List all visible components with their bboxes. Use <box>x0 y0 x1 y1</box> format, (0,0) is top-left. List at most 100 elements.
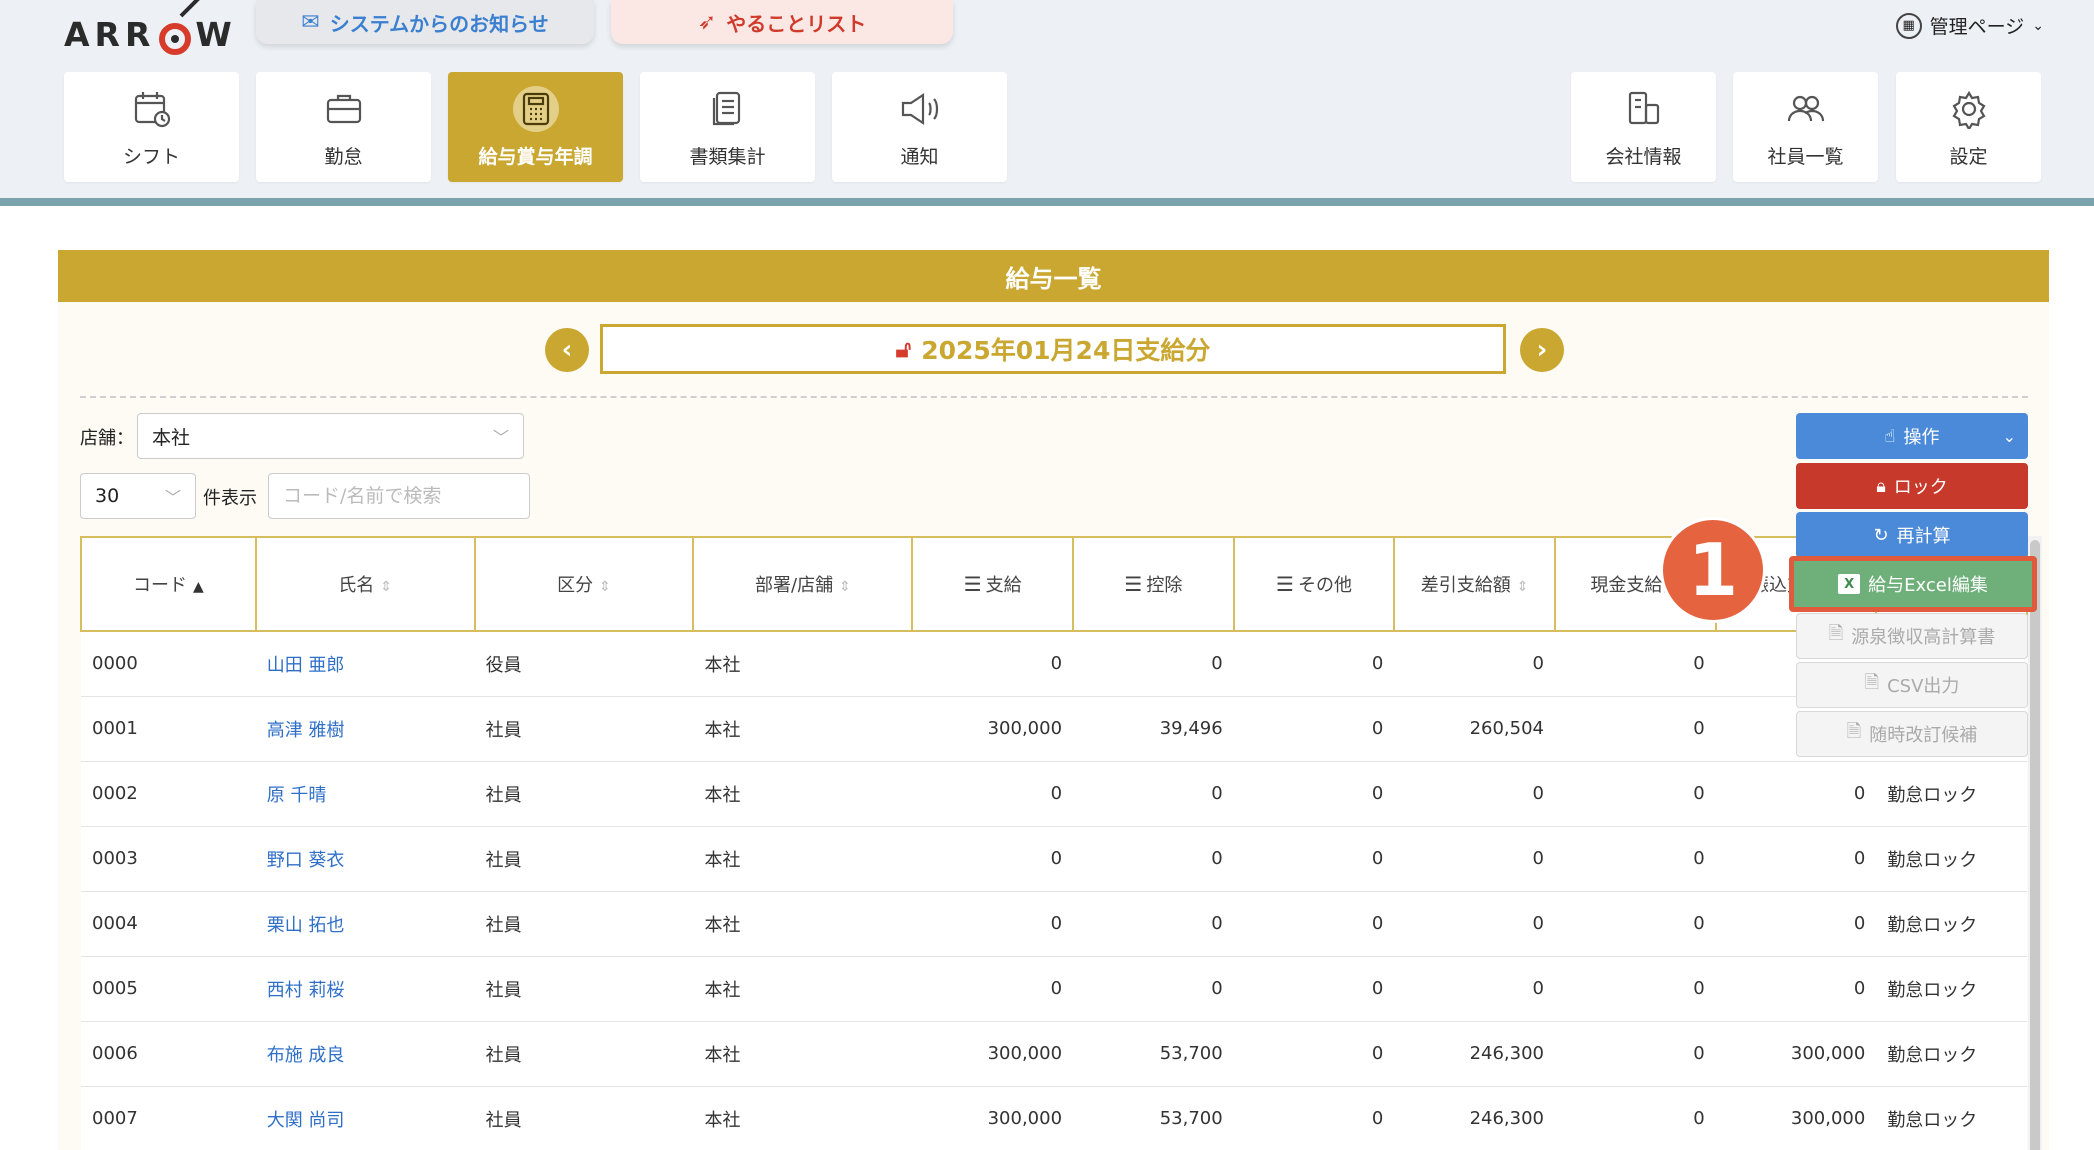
nav-notifications[interactable]: 通知 <box>832 72 1007 182</box>
table-cell: 0 <box>1233 631 1395 697</box>
employee-name-link[interactable]: 大関 尚司 <box>255 1086 475 1150</box>
table-cell: 0002 <box>81 761 256 827</box>
nav-attendance-label: 勤怠 <box>324 145 363 168</box>
column-header-name[interactable]: 氏名 ⇕ <box>254 536 476 632</box>
table-cell: 0 <box>1394 631 1555 697</box>
table-cell: 0 <box>912 891 1074 957</box>
todo-list-label: やることリスト <box>726 11 867 36</box>
nav-documents[interactable]: 書類集計 <box>640 72 815 182</box>
nav-notifications-label: 通知 <box>900 145 939 168</box>
table-row[interactable]: 0007 大関 尚司 社員 本社 300,000 53,700 0 246,300 0 300,0… <box>81 1086 2027 1150</box>
column-header-deduction[interactable]: ☰ 控除 <box>1072 536 1235 632</box>
sort-icon: ⇕ <box>1516 579 1529 595</box>
employee-name-link[interactable]: 布施 成良 <box>255 1021 475 1087</box>
menu-icon: ☰ <box>963 572 982 596</box>
column-header-code[interactable]: コード ▲ <box>80 536 257 632</box>
per-page-label: 件表示 <box>203 488 257 509</box>
nav-payroll[interactable]: 給与賞与年調 <box>448 72 623 182</box>
employee-name-link[interactable]: 栗山 拓也 <box>255 891 475 957</box>
employee-name-link[interactable]: 西村 莉桜 <box>255 956 475 1022</box>
revision-candidates-button[interactable]: 🗎 随時改訂候補 <box>1796 711 2028 757</box>
operation-menu-button[interactable]: ☝ 操作 ⌄ <box>1796 413 2028 459</box>
nav-employees[interactable]: 社員一覧 <box>1733 72 1878 182</box>
recalculate-button[interactable]: ↻ 再計算 <box>1796 512 2028 558</box>
table-cell: 0000 <box>81 631 256 697</box>
employee-search-input[interactable] <box>268 473 530 519</box>
table-row[interactable]: 0006 布施 成良 社員 本社 300,000 53,700 0 246,300 0 300,0… <box>81 1021 2027 1087</box>
dart-icon: ➶ <box>697 9 717 35</box>
column-header-payment[interactable]: ☰ 支給 <box>911 536 1075 632</box>
table-cell: 社員 <box>474 1086 694 1150</box>
nav-company-info-label: 会社情報 <box>1605 145 1682 168</box>
table-scrollbar[interactable] <box>2028 536 2042 1150</box>
table-cell: 0 <box>1555 1021 1716 1087</box>
scrollbar-thumb[interactable] <box>2030 540 2040 1150</box>
table-row[interactable]: 0003 野口 葵衣 社員 本社 0 0 0 0 0 0 勤怠ロック <box>81 826 2027 892</box>
table-cell: 0001 <box>81 696 256 762</box>
table-row[interactable]: 0002 原 千晴 社員 本社 0 0 0 0 0 0 勤怠ロック <box>81 761 2027 827</box>
column-header-department[interactable]: 部署/店舗 ⇕ <box>692 536 914 632</box>
previous-date-button[interactable]: ‹ <box>545 328 589 372</box>
nav-documents-label: 書類集計 <box>689 145 766 168</box>
revision-candidates-label: 随時改訂候補 <box>1869 725 1978 746</box>
table-cell: 本社 <box>693 956 913 1022</box>
employee-name-link[interactable]: 山田 亜郎 <box>255 631 475 697</box>
employee-name-link[interactable]: 原 千晴 <box>255 761 475 827</box>
csv-export-button[interactable]: 🗎 CSV出力 <box>1796 662 2028 708</box>
table-cell: 本社 <box>693 1086 913 1150</box>
nav-shift[interactable]: シフト <box>64 72 239 182</box>
column-header-category[interactable]: 区分 ⇕ <box>473 536 695 632</box>
pay-date-selector: ‹ 🔓︎ 2025年01月24日支給分 › <box>58 322 2049 374</box>
table-cell: 勤怠ロック <box>1876 1086 2027 1150</box>
nav-company-info[interactable]: 会社情報 <box>1571 72 1716 182</box>
nav-attendance[interactable]: 勤怠 <box>256 72 431 182</box>
nav-employees-label: 社員一覧 <box>1767 145 1844 168</box>
table-cell: 300,000 <box>912 696 1074 762</box>
per-page-select[interactable]: 30 ﹀ <box>80 473 196 519</box>
pay-date-display[interactable]: 🔓︎ 2025年01月24日支給分 <box>600 324 1506 374</box>
table-cell: 0 <box>1555 631 1716 697</box>
admin-page-menu[interactable]: ▦ 管理ページ ⌄ <box>1895 12 2044 39</box>
pointer-hand-icon: ☝ <box>1884 425 1896 447</box>
nav-settings[interactable]: 設定 <box>1896 72 2041 182</box>
employee-name-link[interactable]: 野口 葵衣 <box>255 826 475 892</box>
table-cell: 246,300 <box>1394 1021 1555 1087</box>
todo-list-tab[interactable]: ➶ やることリスト <box>611 0 953 44</box>
store-select[interactable]: 本社 ﹀ <box>137 413 524 459</box>
arrow-logo[interactable]: AR R W <box>64 0 237 55</box>
table-cell: 0005 <box>81 956 256 1022</box>
table-cell: 53,700 <box>1073 1086 1234 1150</box>
table-cell: 社員 <box>474 1021 694 1087</box>
briefcase-icon <box>321 86 367 132</box>
withholding-report-button[interactable]: 🗎 源泉徴収高計算書 <box>1796 613 2028 659</box>
table-cell: 本社 <box>693 891 913 957</box>
system-notice-tab[interactable]: ✉ システムからのお知らせ <box>256 0 594 44</box>
sort-icon: ⇕ <box>599 579 611 595</box>
payroll-list-panel: 給与一覧 ‹ 🔓︎ 2025年01月24日支給分 › 店舗： 本社 ﹀ 30 ﹀… <box>58 250 2049 1150</box>
table-cell: 0 <box>1715 956 1877 1022</box>
lock-button[interactable]: 🔒︎ ロック <box>1796 463 2028 509</box>
table-cell: 0007 <box>81 1086 256 1150</box>
table-row[interactable]: 0001高津 雅樹社員本社300,00039,4960260,50403 <box>81 696 2027 762</box>
payroll-excel-edit-label: 給与Excel編集 <box>1868 575 1988 596</box>
table-cell: 勤怠ロック <box>1876 1021 2027 1087</box>
table-row[interactable]: 0005 西村 莉桜 社員 本社 0 0 0 0 0 0 勤怠ロック <box>81 956 2027 1022</box>
table-cell: 53,700 <box>1073 1021 1234 1087</box>
column-header-net-pay[interactable]: 差引支給額 ⇕ <box>1393 536 1556 632</box>
table-cell: 300,000 <box>1715 1021 1877 1087</box>
table-cell: 39,496 <box>1073 696 1234 762</box>
csv-export-label: CSV出力 <box>1887 676 1960 697</box>
table-cell: 勤怠ロック <box>1876 956 2027 1022</box>
gear-icon <box>1946 86 1992 132</box>
column-header-other[interactable]: ☰ その他 <box>1232 536 1396 632</box>
table-row[interactable]: 0004 栗山 拓也 社員 本社 0 0 0 0 0 0 勤怠ロック <box>81 891 2027 957</box>
next-date-button[interactable]: › <box>1520 328 1564 372</box>
menu-icon: ☰ <box>1124 572 1143 596</box>
table-row[interactable]: 0000 山田 亜郎 役員 本社 0 0 0 0 0 <box>81 631 2027 697</box>
chevron-down-icon: ⌄ <box>2002 426 2016 446</box>
table-cell: 0 <box>1233 696 1395 762</box>
table-cell: 0003 <box>81 826 256 892</box>
pay-date-label: 2025年01月24日支給分 <box>921 336 1211 365</box>
employee-name-link[interactable]: 高津 雅樹 <box>255 696 475 762</box>
payroll-excel-edit-button[interactable]: X 給与Excel編集 <box>1789 556 2037 612</box>
